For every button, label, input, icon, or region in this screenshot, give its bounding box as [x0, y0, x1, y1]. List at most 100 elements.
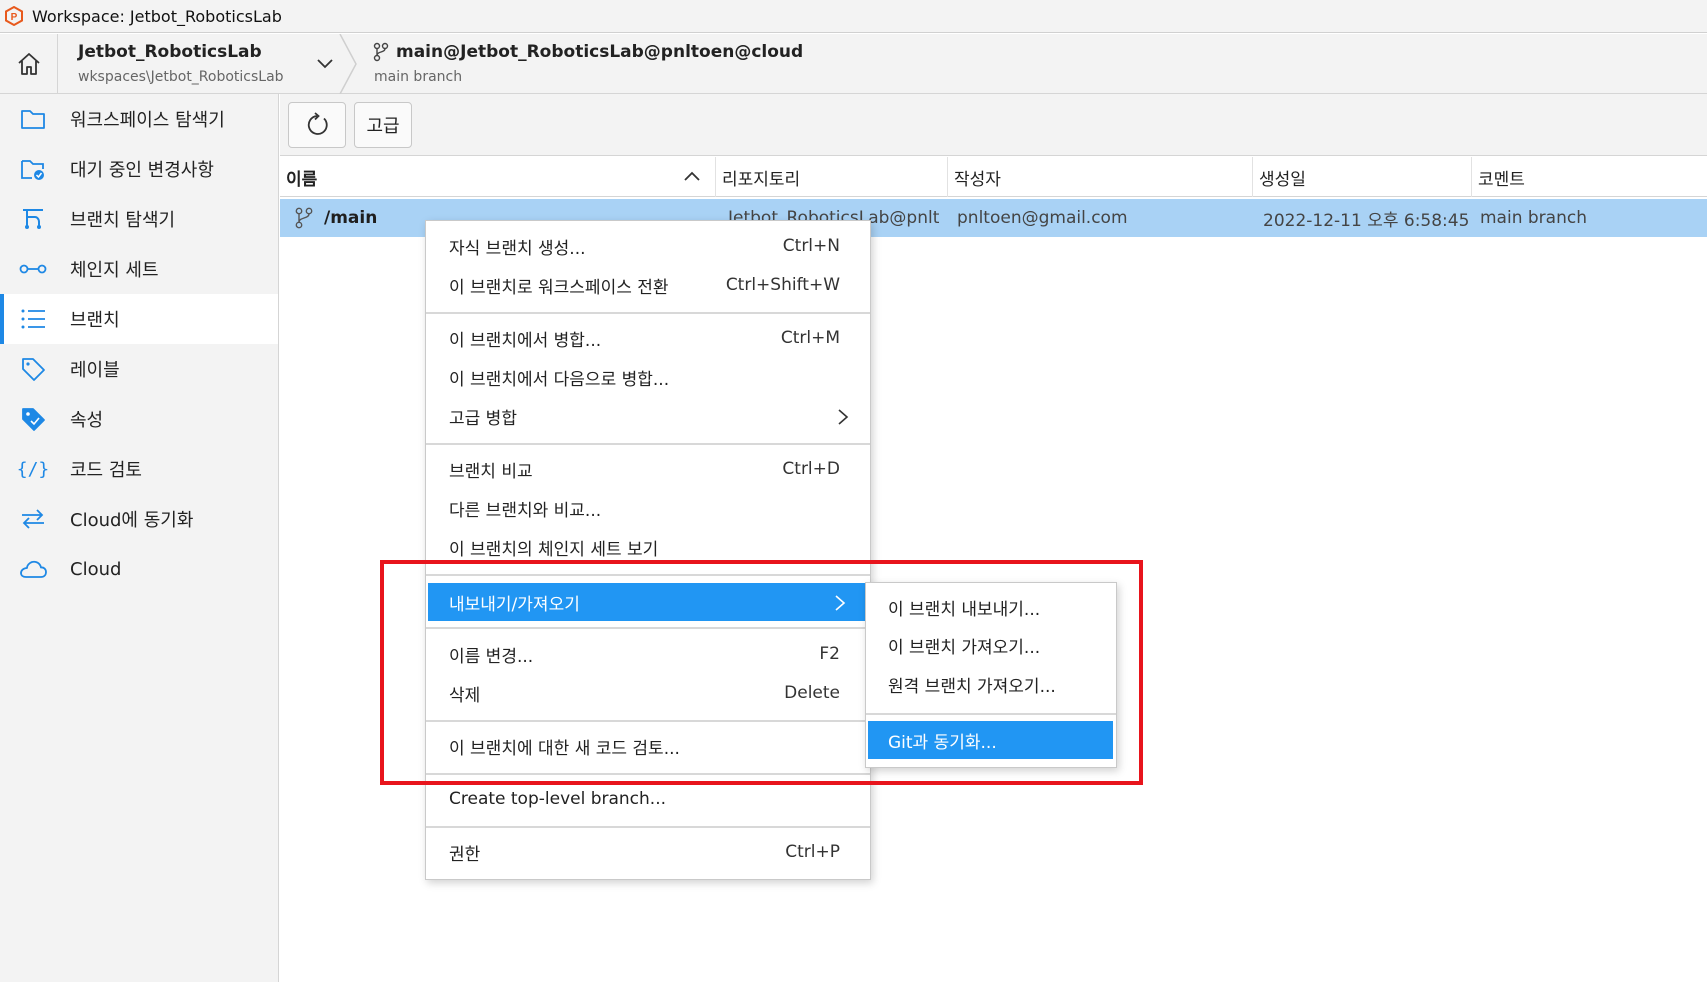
- column-header-name[interactable]: 이름: [280, 157, 716, 197]
- refresh-button[interactable]: [288, 102, 346, 148]
- pending-changes-icon: [16, 152, 50, 186]
- breadcrumb-separator: [339, 34, 357, 94]
- table-header: 이름 리포지토리 작성자 생성일 코멘트: [280, 157, 1707, 197]
- menu-item-label: 이 브랜치 내보내기...: [888, 599, 1041, 620]
- submenu-item-export-branch[interactable]: 이 브랜치 내보내기...: [866, 588, 1116, 626]
- sync-icon: [16, 502, 50, 536]
- sidebar-item-branch-explorer[interactable]: 브랜치 탐색기: [0, 194, 278, 244]
- home-button[interactable]: [0, 34, 58, 94]
- menu-item-create-top-level-branch[interactable]: Create top-level branch...: [426, 780, 870, 818]
- menu-item-shortcut: Delete: [784, 683, 840, 703]
- label-icon: [16, 352, 50, 386]
- menu-item-new-code-review[interactable]: 이 브랜치에 대한 새 코드 검토...: [426, 727, 870, 765]
- column-label: 코멘트: [1478, 169, 1525, 190]
- submenu-item-import-remote[interactable]: 원격 브랜치 가져오기...: [866, 665, 1116, 703]
- menu-item-switch-workspace[interactable]: 이 브랜치로 워크스페이스 전환 Ctrl+Shift+W: [426, 266, 870, 304]
- column-header-repository[interactable]: 리포지토리: [716, 157, 948, 197]
- chevron-down-icon[interactable]: [314, 52, 336, 74]
- menu-item-label: 자식 브랜치 생성...: [449, 238, 586, 259]
- row-comment-cell: main branch: [1480, 208, 1587, 228]
- sidebar-item-label: 대기 중인 변경사항: [70, 160, 214, 181]
- sidebar-item-branches[interactable]: 브랜치: [0, 294, 278, 344]
- export-import-submenu: 이 브랜치 내보내기... 이 브랜치 가져오기... 원격 브랜치 가져오기.…: [865, 582, 1117, 768]
- menu-item-diff-other[interactable]: 다른 브랜치와 비교...: [426, 489, 870, 527]
- menu-item-label: 이 브랜치의 체인지 세트 보기: [449, 539, 659, 560]
- menu-item-shortcut: Ctrl+P: [785, 842, 840, 862]
- workspace-name: Jetbot_RoboticsLab: [78, 42, 262, 62]
- menu-item-label: 이 브랜치에서 다음으로 병합...: [449, 369, 670, 390]
- menu-item-view-changesets[interactable]: 이 브랜치의 체인지 세트 보기: [426, 528, 870, 566]
- list-icon: [16, 302, 50, 336]
- menu-item-label: 이 브랜치로 워크스페이스 전환: [449, 277, 669, 298]
- column-header-comment[interactable]: 코멘트: [1472, 157, 1707, 197]
- menu-item-rename[interactable]: 이름 변경... F2: [426, 635, 870, 673]
- menu-item-label: 다른 브랜치와 비교...: [449, 500, 602, 521]
- column-header-created[interactable]: 생성일: [1253, 157, 1472, 197]
- column-label: 이름: [286, 169, 318, 190]
- title-bar: P Workspace: Jetbot_RoboticsLab: [0, 0, 1707, 33]
- menu-item-label: 이 브랜치에서 병합...: [449, 330, 602, 351]
- menu-item-label: 원격 브랜치 가져오기...: [888, 676, 1056, 697]
- branch-name: /main: [324, 208, 378, 228]
- chevron-right-icon: [838, 409, 849, 425]
- menu-item-create-child-branch[interactable]: 자식 브랜치 생성... Ctrl+N: [426, 227, 870, 265]
- sidebar-item-workspace-explorer[interactable]: 워크스페이스 탐색기: [0, 94, 278, 144]
- folder-icon: [16, 102, 50, 136]
- sidebar-item-label: 브랜치: [70, 310, 120, 331]
- advanced-button[interactable]: 고급: [354, 102, 412, 148]
- sidebar-item-label: 코드 검토: [70, 460, 142, 481]
- menu-item-diff-branch[interactable]: 브랜치 비교 Ctrl+D: [426, 450, 870, 488]
- row-author-cell: pnltoen@gmail.com: [957, 208, 1128, 228]
- menu-item-label: 이 브랜치 가져오기...: [888, 637, 1041, 658]
- workspace-selector[interactable]: Jetbot_RoboticsLab wkspaces\Jetbot_Robot…: [58, 34, 348, 94]
- menu-item-export-import[interactable]: 내보내기/가져오기: [428, 583, 867, 621]
- column-label: 리포지토리: [722, 169, 801, 190]
- sidebar-item-label: 레이블: [70, 360, 120, 381]
- code-review-icon: {/}: [16, 452, 50, 486]
- changeset-icon: [16, 252, 50, 286]
- branch-subtitle: main branch: [374, 69, 463, 85]
- toolbar: 고급: [280, 94, 1707, 156]
- menu-item-advanced-merge[interactable]: 고급 병합: [426, 397, 870, 435]
- menu-item-shortcut: Ctrl+N: [782, 236, 840, 256]
- menu-separator: [426, 826, 870, 828]
- menu-item-merge-to[interactable]: 이 브랜치에서 다음으로 병합...: [426, 358, 870, 396]
- sidebar-item-label: 체인지 세트: [70, 260, 159, 281]
- menu-item-label: 이 브랜치에 대한 새 코드 검토...: [449, 738, 680, 759]
- menu-item-label: 내보내기/가져오기: [449, 594, 580, 615]
- menu-item-label: Git과 동기화...: [888, 732, 997, 753]
- sidebar-item-attributes[interactable]: 속성: [0, 394, 278, 444]
- chevron-right-icon: [835, 595, 846, 611]
- menu-item-label: 삭제: [449, 685, 481, 706]
- sort-ascending-icon: [684, 171, 700, 181]
- menu-separator: [426, 443, 870, 445]
- submenu-item-import-branch[interactable]: 이 브랜치 가져오기...: [866, 626, 1116, 664]
- sidebar-item-pending-changes[interactable]: 대기 중인 변경사항: [0, 144, 278, 194]
- sidebar-item-sync-cloud[interactable]: Cloud에 동기화: [0, 494, 278, 544]
- menu-separator: [426, 574, 870, 576]
- submenu-item-sync-git[interactable]: Git과 동기화...: [868, 721, 1113, 759]
- sidebar-item-code-review[interactable]: {/} 코드 검토: [0, 444, 278, 494]
- menu-item-label: Create top-level branch...: [449, 789, 667, 809]
- svg-text:{/}: {/}: [18, 459, 48, 480]
- sidebar-item-label: 브랜치 탐색기: [70, 210, 176, 231]
- branch-full-label: main@Jetbot_RoboticsLab@pnltoen@cloud: [396, 42, 804, 62]
- sidebar-item-label: 속성: [70, 410, 104, 431]
- svg-text:P: P: [11, 12, 18, 23]
- attribute-icon: [16, 402, 50, 436]
- menu-item-delete[interactable]: 삭제 Delete: [426, 674, 870, 712]
- menu-separator: [426, 720, 870, 722]
- sidebar-item-changesets[interactable]: 체인지 세트: [0, 244, 278, 294]
- row-created-cell: 2022-12-11 오후 6:58:45: [1263, 210, 1468, 231]
- plastic-logo-icon: P: [5, 6, 23, 26]
- menu-item-merge-from[interactable]: 이 브랜치에서 병합... Ctrl+M: [426, 319, 870, 357]
- sidebar-item-label: 워크스페이스 탐색기: [70, 110, 225, 131]
- sidebar-item-label: Cloud: [70, 558, 122, 580]
- sidebar-item-labels[interactable]: 레이블: [0, 344, 278, 394]
- menu-item-label: 고급 병합: [449, 408, 517, 429]
- sidebar-item-cloud[interactable]: Cloud: [0, 544, 278, 594]
- column-header-author[interactable]: 작성자: [948, 157, 1253, 197]
- menu-item-permissions[interactable]: 권한 Ctrl+P: [426, 833, 870, 871]
- column-label: 작성자: [954, 169, 1001, 190]
- refresh-icon: [307, 112, 328, 135]
